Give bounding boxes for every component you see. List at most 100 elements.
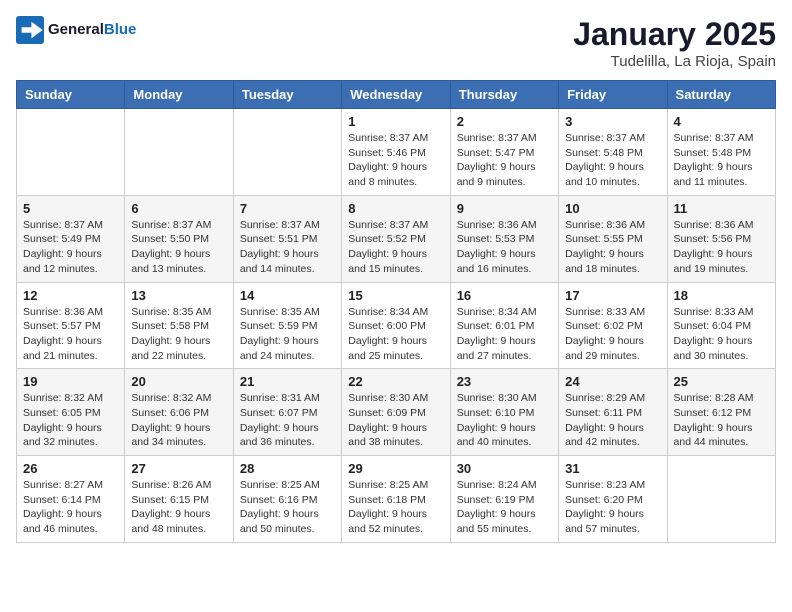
calendar-cell (17, 109, 125, 196)
cell-day-number: 1 (348, 114, 443, 129)
calendar-cell: 21 Sunrise: 8:31 AMSunset: 6:07 PMDayligh… (233, 369, 341, 456)
weekday-header: Monday (125, 81, 233, 109)
weekday-header: Friday (559, 81, 667, 109)
cell-day-number: 20 (131, 374, 226, 389)
cell-day-number: 6 (131, 201, 226, 216)
calendar-cell: 23 Sunrise: 8:30 AMSunset: 6:10 PMDayligh… (450, 369, 558, 456)
calendar-cell: 15 Sunrise: 8:34 AMSunset: 6:00 PMDayligh… (342, 282, 450, 369)
calendar-cell (667, 456, 775, 543)
cell-info: Sunrise: 8:36 AMSunset: 5:53 PMDaylight:… (457, 218, 552, 277)
calendar-cell: 20 Sunrise: 8:32 AMSunset: 6:06 PMDayligh… (125, 369, 233, 456)
calendar-cell: 31 Sunrise: 8:23 AMSunset: 6:20 PMDayligh… (559, 456, 667, 543)
calendar-cell: 30 Sunrise: 8:24 AMSunset: 6:19 PMDayligh… (450, 456, 558, 543)
weekday-header-row: SundayMondayTuesdayWednesdayThursdayFrid… (17, 81, 776, 109)
calendar-cell: 2 Sunrise: 8:37 AMSunset: 5:47 PMDaylight… (450, 109, 558, 196)
cell-day-number: 19 (23, 374, 118, 389)
calendar-week-row: 1Sunrise: 8:37 AMSunset: 5:46 PMDaylight… (17, 109, 776, 196)
cell-info: Sunrise: 8:37 AMSunset: 5:47 PMDaylight:… (457, 131, 552, 190)
cell-info: Sunrise: 8:37 AMSunset: 5:50 PMDaylight:… (131, 218, 226, 277)
logo-icon (16, 16, 44, 44)
calendar-cell: 1Sunrise: 8:37 AMSunset: 5:46 PMDaylight… (342, 109, 450, 196)
weekday-header: Wednesday (342, 81, 450, 109)
cell-day-number: 22 (348, 374, 443, 389)
cell-day-number: 17 (565, 288, 660, 303)
weekday-header: Thursday (450, 81, 558, 109)
cell-info: Sunrise: 8:37 AMSunset: 5:51 PMDaylight:… (240, 218, 335, 277)
cell-info: Sunrise: 8:37 AMSunset: 5:48 PMDaylight:… (565, 131, 660, 190)
calendar-cell: 9 Sunrise: 8:36 AMSunset: 5:53 PMDaylight… (450, 195, 558, 282)
calendar-cell: 8 Sunrise: 8:37 AMSunset: 5:52 PMDaylight… (342, 195, 450, 282)
calendar-cell: 18Sunrise: 8:33 AMSunset: 6:04 PMDayligh… (667, 282, 775, 369)
calendar-cell: 11 Sunrise: 8:36 AMSunset: 5:56 PMDayligh… (667, 195, 775, 282)
cell-day-number: 16 (457, 288, 552, 303)
cell-info: Sunrise: 8:23 AMSunset: 6:20 PMDaylight:… (565, 478, 660, 537)
calendar-cell: 26Sunrise: 8:27 AMSunset: 6:14 PMDayligh… (17, 456, 125, 543)
calendar-cell: 10 Sunrise: 8:36 AMSunset: 5:55 PMDayligh… (559, 195, 667, 282)
cell-day-number: 5 (23, 201, 118, 216)
calendar-cell: 24 Sunrise: 8:29 AMSunset: 6:11 PMDayligh… (559, 369, 667, 456)
cell-day-number: 23 (457, 374, 552, 389)
cell-day-number: 8 (348, 201, 443, 216)
cell-day-number: 31 (565, 461, 660, 476)
cell-day-number: 27 (131, 461, 226, 476)
calendar-cell: 5Sunrise: 8:37 AMSunset: 5:49 PMDaylight… (17, 195, 125, 282)
cell-info: Sunrise: 8:32 AMSunset: 6:06 PMDaylight:… (131, 391, 226, 450)
calendar-cell: 16 Sunrise: 8:34 AMSunset: 6:01 PMDayligh… (450, 282, 558, 369)
calendar-cell: 29 Sunrise: 8:25 AMSunset: 6:18 PMDayligh… (342, 456, 450, 543)
cell-day-number: 2 (457, 114, 552, 129)
cell-info: Sunrise: 8:28 AMSunset: 6:12 PMDaylight:… (674, 391, 769, 450)
cell-info: Sunrise: 8:25 AMSunset: 6:18 PMDaylight:… (348, 478, 443, 537)
weekday-header: Tuesday (233, 81, 341, 109)
cell-day-number: 10 (565, 201, 660, 216)
cell-day-number: 9 (457, 201, 552, 216)
cell-day-number: 25 (674, 374, 769, 389)
calendar-week-row: 5Sunrise: 8:37 AMSunset: 5:49 PMDaylight… (17, 195, 776, 282)
calendar-cell: 22Sunrise: 8:30 AMSunset: 6:09 PMDayligh… (342, 369, 450, 456)
calendar-cell: 17Sunrise: 8:33 AMSunset: 6:02 PMDayligh… (559, 282, 667, 369)
calendar-cell: 6 Sunrise: 8:37 AMSunset: 5:50 PMDaylight… (125, 195, 233, 282)
cell-day-number: 21 (240, 374, 335, 389)
calendar-table: SundayMondayTuesdayWednesdayThursdayFrid… (16, 80, 776, 543)
cell-info: Sunrise: 8:25 AMSunset: 6:16 PMDaylight:… (240, 478, 335, 537)
calendar-week-row: 19 Sunrise: 8:32 AMSunset: 6:05 PMDayligh… (17, 369, 776, 456)
cell-info: Sunrise: 8:32 AMSunset: 6:05 PMDaylight:… (23, 391, 118, 450)
cell-info: Sunrise: 8:24 AMSunset: 6:19 PMDaylight:… (457, 478, 552, 537)
calendar-cell: 7 Sunrise: 8:37 AMSunset: 5:51 PMDaylight… (233, 195, 341, 282)
calendar-cell (233, 109, 341, 196)
cell-info: Sunrise: 8:37 AMSunset: 5:52 PMDaylight:… (348, 218, 443, 277)
cell-day-number: 30 (457, 461, 552, 476)
cell-day-number: 3 (565, 114, 660, 129)
logo-text: GeneralBlue (48, 21, 136, 39)
cell-day-number: 14 (240, 288, 335, 303)
cell-info: Sunrise: 8:33 AMSunset: 6:04 PMDaylight:… (674, 305, 769, 364)
page-subtitle: Tudelilla, La Rioja, Spain (573, 53, 776, 70)
cell-day-number: 24 (565, 374, 660, 389)
cell-info: Sunrise: 8:31 AMSunset: 6:07 PMDaylight:… (240, 391, 335, 450)
cell-day-number: 13 (131, 288, 226, 303)
cell-day-number: 29 (348, 461, 443, 476)
cell-info: Sunrise: 8:36 AMSunset: 5:57 PMDaylight:… (23, 305, 118, 364)
cell-info: Sunrise: 8:27 AMSunset: 6:14 PMDaylight:… (23, 478, 118, 537)
cell-info: Sunrise: 8:36 AMSunset: 5:55 PMDaylight:… (565, 218, 660, 277)
weekday-header: Saturday (667, 81, 775, 109)
calendar-cell: 12Sunrise: 8:36 AMSunset: 5:57 PMDayligh… (17, 282, 125, 369)
calendar-cell (125, 109, 233, 196)
cell-info: Sunrise: 8:30 AMSunset: 6:10 PMDaylight:… (457, 391, 552, 450)
calendar-cell: 14Sunrise: 8:35 AMSunset: 5:59 PMDayligh… (233, 282, 341, 369)
cell-day-number: 4 (674, 114, 769, 129)
cell-info: Sunrise: 8:34 AMSunset: 6:00 PMDaylight:… (348, 305, 443, 364)
weekday-header: Sunday (17, 81, 125, 109)
cell-info: Sunrise: 8:36 AMSunset: 5:56 PMDaylight:… (674, 218, 769, 277)
cell-info: Sunrise: 8:26 AMSunset: 6:15 PMDaylight:… (131, 478, 226, 537)
page-header: GeneralBlue January 2025 Tudelilla, La R… (16, 16, 776, 70)
calendar-cell: 25 Sunrise: 8:28 AMSunset: 6:12 PMDayligh… (667, 369, 775, 456)
cell-day-number: 11 (674, 201, 769, 216)
calendar-cell: 27 Sunrise: 8:26 AMSunset: 6:15 PMDayligh… (125, 456, 233, 543)
cell-info: Sunrise: 8:29 AMSunset: 6:11 PMDaylight:… (565, 391, 660, 450)
cell-day-number: 7 (240, 201, 335, 216)
title-block: January 2025 Tudelilla, La Rioja, Spain (573, 16, 776, 70)
cell-day-number: 15 (348, 288, 443, 303)
calendar-week-row: 12Sunrise: 8:36 AMSunset: 5:57 PMDayligh… (17, 282, 776, 369)
calendar-cell: 28Sunrise: 8:25 AMSunset: 6:16 PMDayligh… (233, 456, 341, 543)
cell-info: Sunrise: 8:34 AMSunset: 6:01 PMDaylight:… (457, 305, 552, 364)
